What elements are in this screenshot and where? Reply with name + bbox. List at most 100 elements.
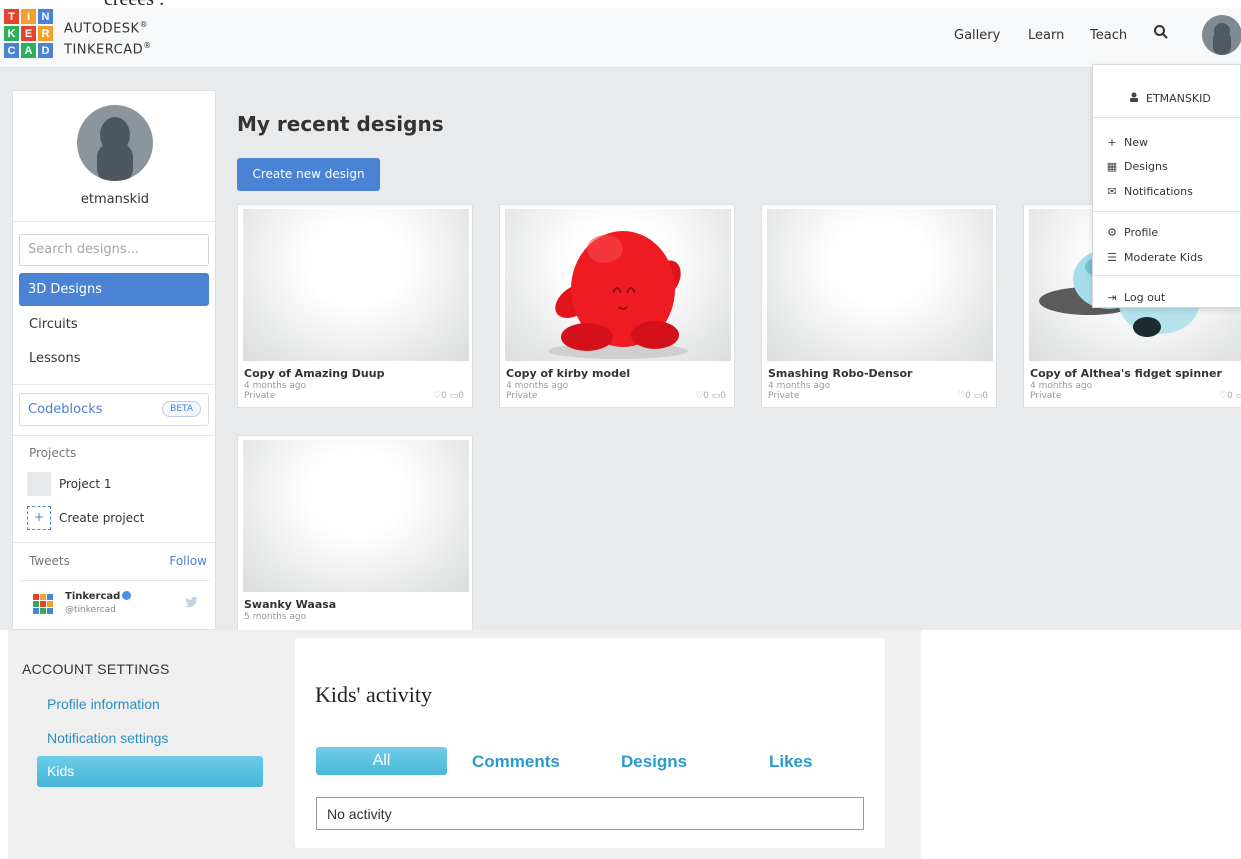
comment-icon: ▭ <box>449 391 459 401</box>
create-new-design-button[interactable]: Create new design <box>237 158 380 191</box>
tweet-logo-cell <box>33 601 39 607</box>
screenshot-root: creees : TINKERCAD AUTODESK® TINKERCAD® … <box>0 0 1241 859</box>
heart-icon: ♡ <box>957 391 966 401</box>
brand-line2: TINKERCAD <box>64 42 144 58</box>
design-thumbnail[interactable] <box>767 209 993 361</box>
create-project-icon[interactable]: + <box>27 506 51 530</box>
logo-letter: K <box>4 26 19 41</box>
heart-icon: ♡ <box>433 391 442 401</box>
logo-letter: C <box>4 43 19 58</box>
tab-comments[interactable]: Comments <box>472 752 560 772</box>
tab-designs[interactable]: Designs <box>621 752 687 772</box>
sidebar-item-lessons[interactable]: Lessons <box>29 351 81 366</box>
design-thumbnail[interactable] <box>243 209 469 361</box>
tinkercad-logo[interactable]: TIN KER CAD <box>4 9 56 61</box>
menu-item-new[interactable]: + New <box>1105 136 1148 149</box>
account-settings-screen: ACCOUNT SETTINGS Profile information Not… <box>8 630 921 859</box>
search-designs-input[interactable]: Search designs... <box>19 234 209 266</box>
design-card[interactable]: Copy of kirby model 4 months ago Private ♡0… <box>499 204 735 408</box>
twitter-bird-icon[interactable] <box>185 593 199 612</box>
design-thumbnail[interactable] <box>243 440 469 592</box>
gear-icon: ⚙ <box>1107 226 1117 239</box>
sidebar: etmanskid Search designs... 3D Designs C… <box>12 90 216 630</box>
design-timestamp: 4 months ago <box>1030 381 1093 391</box>
user-icon <box>1127 92 1141 105</box>
comment-icon: ▭ <box>973 391 983 401</box>
divider <box>1093 117 1241 118</box>
divider <box>21 580 209 581</box>
nav-gallery[interactable]: Gallery <box>954 28 1000 43</box>
verified-icon <box>122 591 132 600</box>
divider <box>13 542 215 543</box>
project-1-link[interactable]: Project 1 <box>59 477 112 491</box>
logo-letter: I <box>21 9 36 24</box>
tweet-handle: @tinkercad <box>65 605 116 615</box>
dropdown-username: ETMANSKID <box>1127 92 1211 105</box>
design-privacy: Private <box>506 391 538 401</box>
divider <box>13 384 215 385</box>
user-avatar[interactable] <box>1202 15 1241 55</box>
follow-link[interactable]: Follow <box>169 554 207 568</box>
tweet-logo-cell <box>47 601 53 607</box>
envelope-icon: ✉ <box>1107 185 1117 198</box>
design-title[interactable]: Swanky Waasa <box>244 598 336 611</box>
design-title[interactable]: Copy of Althea's fidget spinner <box>1030 367 1222 380</box>
menu-item-moderate-kids[interactable]: ☰ Moderate Kids <box>1105 251 1203 264</box>
tweet-logo-cell <box>33 608 39 614</box>
brand-line1: AUTODESK <box>64 21 140 37</box>
tweet-logo-cell <box>47 608 53 614</box>
kids-activity-panel: Kids' activity All Comments Designs Like… <box>295 638 885 848</box>
nav-teach[interactable]: Teach <box>1090 28 1127 43</box>
divider <box>13 221 215 222</box>
logo-letter: T <box>4 9 19 24</box>
profile-information-link[interactable]: Profile information <box>47 696 160 712</box>
logo-letter: A <box>21 43 36 58</box>
tweet-logo-cell <box>40 601 46 607</box>
design-counts: ♡0 ▭0 <box>433 391 464 401</box>
profile-username: etmanskid <box>80 192 150 207</box>
nav-learn[interactable]: Learn <box>1028 28 1064 43</box>
menu-item-log-out[interactable]: ⇥ Log out <box>1105 291 1165 304</box>
sidebar-item-circuits[interactable]: Circuits <box>29 317 78 332</box>
logo-letter: D <box>38 43 53 58</box>
account-settings-heading: ACCOUNT SETTINGS <box>22 661 170 677</box>
search-icon[interactable] <box>1153 24 1169 44</box>
no-activity-message: No activity <box>316 797 864 830</box>
project-thumbnail[interactable] <box>27 472 51 496</box>
plus-icon: + <box>1107 136 1117 149</box>
logout-icon: ⇥ <box>1107 291 1117 304</box>
tweet-logo-cell <box>33 594 39 600</box>
design-privacy: Private <box>244 391 276 401</box>
grid-icon: ▦ <box>1106 160 1118 173</box>
design-privacy: Private <box>1030 391 1062 401</box>
tab-likes[interactable]: Likes <box>769 752 812 772</box>
brand-text: AUTODESK® TINKERCAD® <box>64 20 152 58</box>
design-privacy: Private <box>768 391 800 401</box>
design-title[interactable]: Copy of Amazing Duup <box>244 367 384 380</box>
kids-nav-item[interactable]: Kids <box>37 756 263 787</box>
beta-badge: BETA <box>162 401 201 417</box>
tab-all[interactable]: All <box>316 747 447 775</box>
design-title[interactable]: Copy of kirby model <box>506 367 630 380</box>
profile-avatar <box>77 105 153 181</box>
tweets-heading: Tweets <box>29 554 70 568</box>
menu-item-notifications[interactable]: ✉ Notifications <box>1105 185 1192 198</box>
kids-activity-title: Kids' activity <box>315 682 433 707</box>
menu-item-profile[interactable]: ⚙ Profile <box>1105 226 1158 239</box>
design-timestamp: 4 months ago <box>506 381 569 391</box>
design-counts: ♡0 ▭0 <box>1219 391 1241 401</box>
tweet-logo-cell <box>40 594 46 600</box>
design-title[interactable]: Smashing Robo-Densor <box>768 367 912 380</box>
notification-settings-link[interactable]: Notification settings <box>47 730 168 746</box>
codeblocks-link[interactable]: Codeblocks BETA <box>19 393 209 426</box>
menu-item-designs[interactable]: ▦ Designs <box>1105 160 1168 173</box>
create-project-link[interactable]: Create project <box>59 511 144 525</box>
sidebar-item-3d-designs[interactable]: 3D Designs <box>19 273 209 306</box>
heart-icon: ♡ <box>1219 391 1228 401</box>
design-thumbnail[interactable] <box>505 209 731 361</box>
heart-icon: ♡ <box>695 391 704 401</box>
design-card[interactable]: Copy of Amazing Duup 4 months ago Private ♡… <box>237 204 473 408</box>
tinkercad-dashboard: TIN KER CAD AUTODESK® TINKERCAD® Gallery L… <box>0 8 1241 630</box>
design-card[interactable]: Smashing Robo-Densor 4 months ago Private ♡… <box>761 204 997 408</box>
design-card[interactable]: Swanky Waasa 5 months ago <box>237 435 473 630</box>
